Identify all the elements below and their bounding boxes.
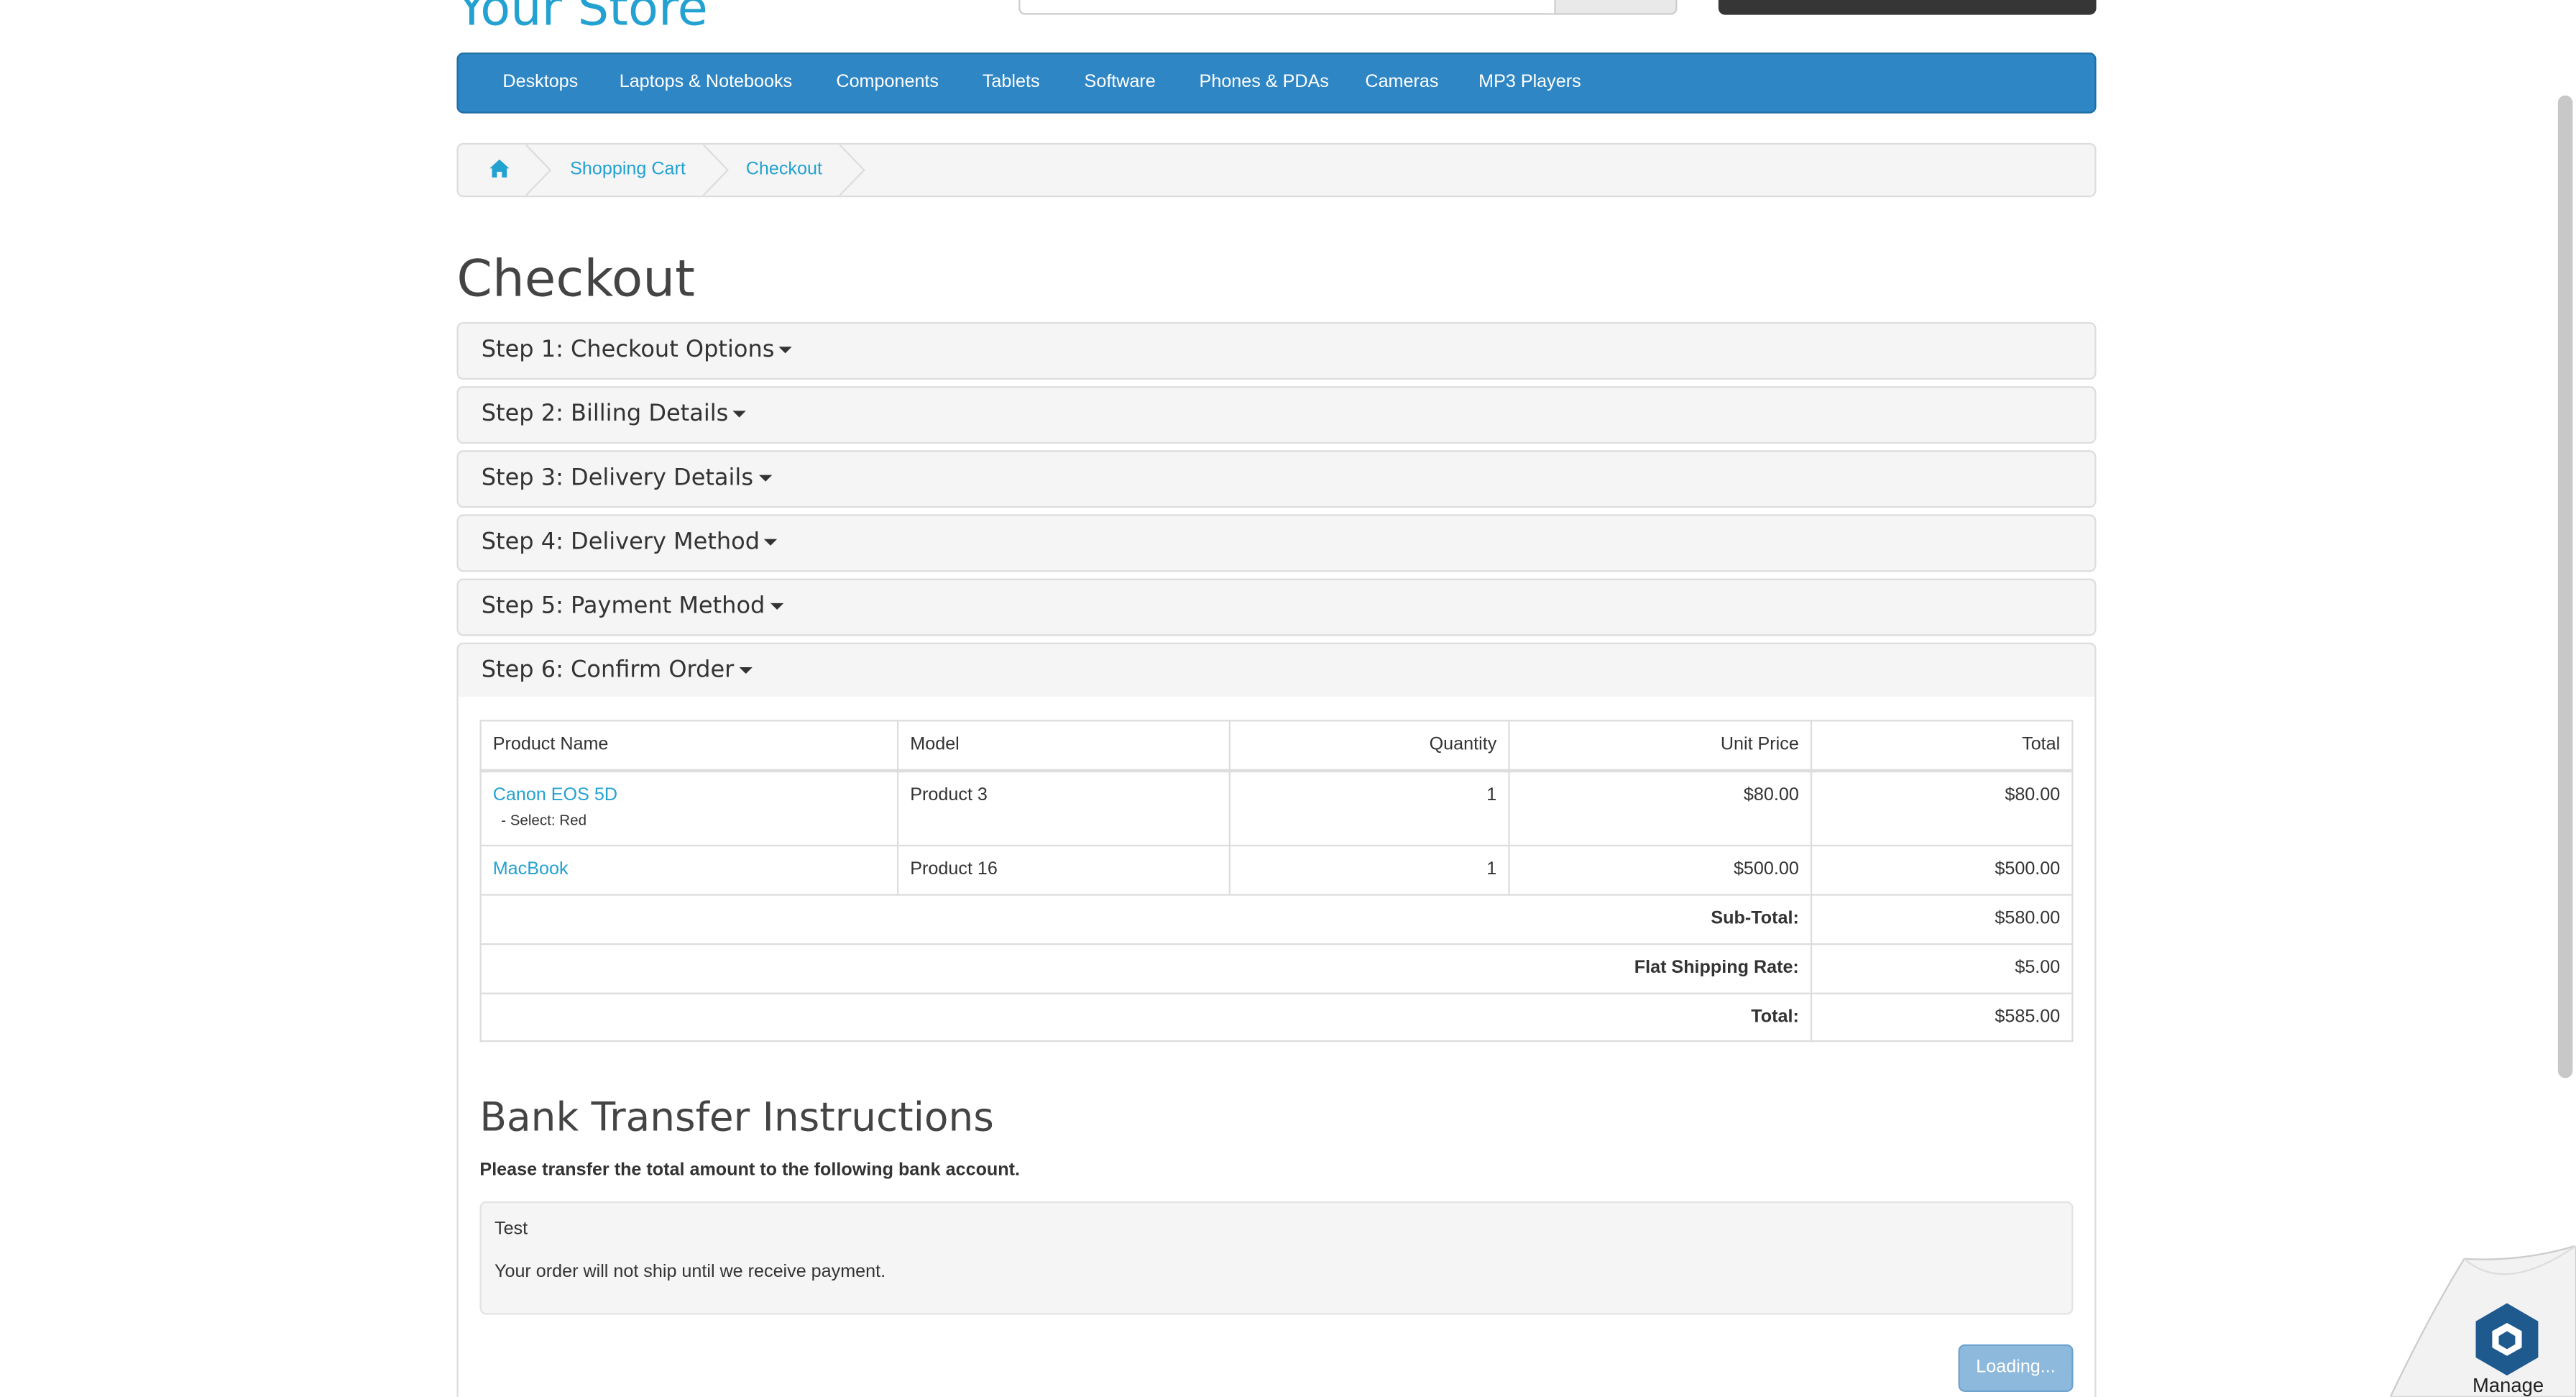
total-label: Total:	[1751, 1007, 1799, 1027]
search-button[interactable]	[1554, 0, 1678, 15]
shipping-label: Flat Shipping Rate:	[1634, 958, 1799, 978]
step-billing-details[interactable]: Step 2: Billing Details	[456, 386, 2097, 444]
step-title: Step 4: Delivery Method	[481, 528, 760, 556]
home-icon[interactable]	[489, 159, 510, 178]
product-link[interactable]: Canon EOS 5D	[493, 786, 617, 805]
product-option: - Select: Red	[501, 812, 587, 828]
caret-down-icon	[758, 475, 772, 482]
menu-item-phones[interactable]: Phones & PDAs	[1200, 73, 1329, 92]
bank-details-box: Test Your order will not ship until we r…	[479, 1201, 2074, 1315]
step-title: Step 6: Confirm Order	[481, 657, 735, 684]
step-delivery-details[interactable]: Step 3: Delivery Details	[456, 450, 2097, 508]
subtotal-label: Sub-Total:	[1711, 908, 1799, 929]
subtotal-value: $580.00	[1995, 908, 2061, 929]
store-logo-text[interactable]: Your Store	[456, 0, 707, 40]
step-title: Step 2: Billing Details	[481, 400, 729, 428]
step-title: Step 1: Checkout Options	[481, 336, 775, 364]
menu-item-desktops[interactable]: Desktops	[502, 73, 578, 92]
bank-transfer-description: Please transfer the total amount to the …	[479, 1160, 1021, 1181]
menu-item-software[interactable]: Software	[1085, 73, 1156, 92]
manage-label[interactable]: Manage	[2472, 1374, 2544, 1397]
menu-item-components[interactable]: Components	[836, 73, 939, 92]
caret-down-icon	[770, 603, 783, 610]
bank-details: Test	[494, 1219, 528, 1240]
breadcrumb-checkout[interactable]: Checkout	[746, 160, 822, 179]
caret-down-icon	[733, 411, 747, 418]
search-input[interactable]	[1018, 0, 1558, 15]
col-header-model: Model	[910, 734, 960, 755]
breadcrumb-shopping-cart[interactable]: Shopping Cart	[570, 160, 686, 179]
bank-transfer-title: Bank Transfer Instructions	[479, 1094, 994, 1141]
menu-item-laptops[interactable]: Laptops & Notebooks	[620, 73, 792, 92]
breadcrumb-separator	[839, 145, 865, 196]
product-model: Product 16	[910, 859, 998, 879]
menu-item-mp3[interactable]: MP3 Players	[1478, 73, 1581, 92]
col-header-product-name: Product Name	[492, 734, 609, 755]
product-quantity: 1	[1486, 785, 1497, 805]
product-unit-price: $500.00	[1733, 859, 1799, 879]
payment-notice: Your order will not ship until we receiv…	[494, 1262, 886, 1282]
product-link[interactable]: MacBook	[493, 859, 569, 879]
page-title: Checkout	[456, 249, 695, 309]
menu-item-tablets[interactable]: Tablets	[983, 73, 1040, 92]
confirm-order-button[interactable]: Loading...	[1958, 1344, 2074, 1392]
breadcrumb-separator	[703, 145, 730, 196]
step-title: Step 3: Delivery Details	[481, 464, 753, 492]
product-model: Product 3	[910, 785, 988, 805]
col-header-total: Total	[2022, 734, 2061, 755]
product-unit-price: $80.00	[1743, 785, 1799, 805]
breadcrumb: Shopping Cart Checkout	[456, 142, 2097, 198]
step-confirm-order[interactable]: Step 6: Confirm Order	[456, 642, 2097, 700]
caret-down-icon	[779, 347, 793, 354]
product-quantity: 1	[1486, 859, 1497, 879]
menu-item-cameras[interactable]: Cameras	[1365, 73, 1438, 92]
product-total: $80.00	[2005, 785, 2061, 805]
shipping-value: $5.00	[2015, 958, 2061, 978]
step-title: Step 5: Payment Method	[481, 593, 765, 620]
col-header-unit-price: Unit Price	[1720, 734, 1799, 755]
cart-button[interactable]	[1718, 0, 2097, 15]
caret-down-icon	[739, 667, 753, 674]
scrollbar[interactable]	[2557, 95, 2573, 1078]
caret-down-icon	[764, 539, 778, 546]
product-total: $500.00	[1995, 859, 2061, 879]
main-menu: Desktops Laptops & Notebooks Components …	[456, 52, 2097, 114]
step-payment-method[interactable]: Step 5: Payment Method	[456, 578, 2097, 636]
step-checkout-options[interactable]: Step 1: Checkout Options	[456, 321, 2097, 380]
breadcrumb-separator	[525, 145, 552, 196]
col-header-quantity: Quantity	[1429, 734, 1497, 755]
total-value: $585.00	[1995, 1007, 2061, 1027]
step-delivery-method[interactable]: Step 4: Delivery Method	[456, 514, 2097, 572]
